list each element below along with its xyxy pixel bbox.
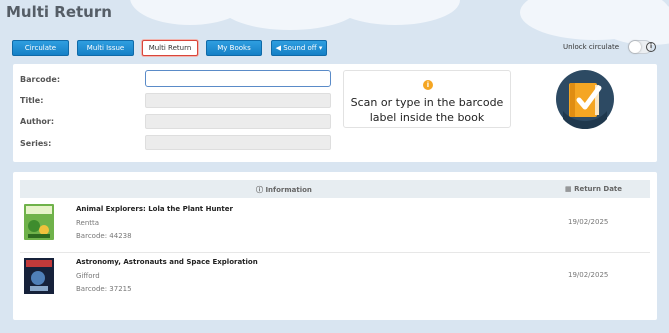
book-cover-image [24,258,54,294]
return-date: 19/02/2025 [568,271,609,279]
page-title: Multi Return [6,3,112,21]
sound-off-button[interactable]: ◀ Sound off ▾ [271,40,327,56]
barcode-label: Barcode: [20,75,61,84]
book-title: Astronomy, Astronauts and Space Explorat… [76,258,258,266]
book-return-logo [556,70,614,129]
book-barcode: Barcode: 37215 [76,285,132,293]
book-author: Gifford [76,272,100,280]
unlock-circulate-label: Unlock circulate [563,43,620,51]
scan-hint-text: Scan or type in the barcode label inside… [350,96,504,124]
book-cover-image [24,204,54,240]
author-field [145,114,331,129]
toggle-knob [629,41,641,53]
return-form-panel: Barcode: Title: Author: Series: i Scan o… [13,64,657,162]
return-date: 19/02/2025 [568,218,609,226]
circulate-button[interactable]: Circulate [12,40,69,56]
calendar-icon: ▦ [565,185,575,193]
series-label: Series: [20,139,52,148]
book-author: Rentta [76,219,100,227]
barcode-input[interactable] [145,70,331,87]
table-row[interactable]: Animal Explorers: Lola the Plant Hunter … [20,200,650,253]
information-header: ⓘ Information [256,186,312,194]
title-label: Title: [20,96,44,105]
info-circle-icon: i [423,80,433,90]
return-date-header: ▦ Return Date [565,185,623,193]
toolbar: Circulate Multi Issue Multi Return My Bo… [10,40,658,56]
series-field [145,135,331,150]
multi-issue-button[interactable]: Multi Issue [77,40,134,56]
title-field [145,93,331,108]
my-books-button[interactable]: My Books [206,40,262,56]
scan-hint-box: i Scan or type in the barcode label insi… [343,70,511,128]
multi-return-button[interactable]: Multi Return [142,40,198,56]
results-header: ⓘ Information ▦ Return Date [20,180,650,198]
author-label: Author: [20,117,55,126]
table-row[interactable]: Astronomy, Astronauts and Space Explorat… [20,253,650,305]
returns-list-panel: ⓘ Information ▦ Return Date Animal Explo… [13,172,657,320]
background-cloud [330,0,460,25]
book-title: Animal Explorers: Lola the Plant Hunter [76,205,233,213]
book-barcode: Barcode: 44238 [76,232,132,240]
info-icon[interactable]: i [646,42,656,52]
